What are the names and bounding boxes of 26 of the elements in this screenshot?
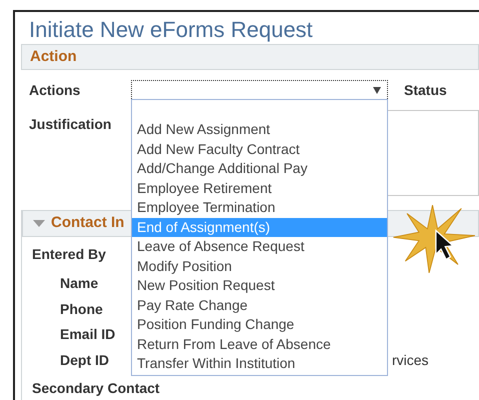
dropdown-option[interactable]: Return From Leave of Absence	[132, 334, 387, 354]
field-label: Email ID	[60, 325, 116, 344]
actions-label: Actions	[29, 80, 82, 100]
dropdown-option[interactable]: Employee Retirement	[132, 178, 387, 198]
dropdown-option[interactable]: Transfer Within Institution	[132, 354, 387, 374]
dropdown-option[interactable]: Add New Faculty Contract	[132, 140, 387, 159]
dropdown-option[interactable]: Position Funding Change	[132, 315, 387, 334]
page-title: Initiate New eForms Request	[28, 16, 314, 44]
dropdown-option[interactable]: Leave of Absence Request	[132, 237, 387, 256]
section-title: Contact In	[51, 213, 124, 234]
section-title: Action	[30, 46, 77, 67]
dropdown-option[interactable]: Modify Position	[132, 256, 387, 276]
field-label: Dept ID	[60, 350, 109, 370]
dropdown-option[interactable]: Employee Termination	[132, 198, 387, 218]
justification-label: Justification	[29, 115, 112, 134]
dropdown-option[interactable]: Pay Rate Change	[132, 296, 387, 315]
secondary-contact-label: Secondary Contact	[32, 380, 160, 396]
dropdown-option[interactable]: Add/Change Additional Pay	[132, 159, 387, 178]
entered-by-label: Entered By	[32, 246, 106, 262]
dropdown-option[interactable]: New Position Request	[132, 276, 387, 296]
status-label: Status	[404, 80, 447, 100]
dropdown-option[interactable]: Add New Assignment	[132, 120, 387, 140]
caret-icon	[373, 86, 381, 94]
field-label: Phone	[60, 300, 103, 319]
field-value: rvices	[392, 350, 429, 370]
field-label: Name	[60, 274, 98, 294]
